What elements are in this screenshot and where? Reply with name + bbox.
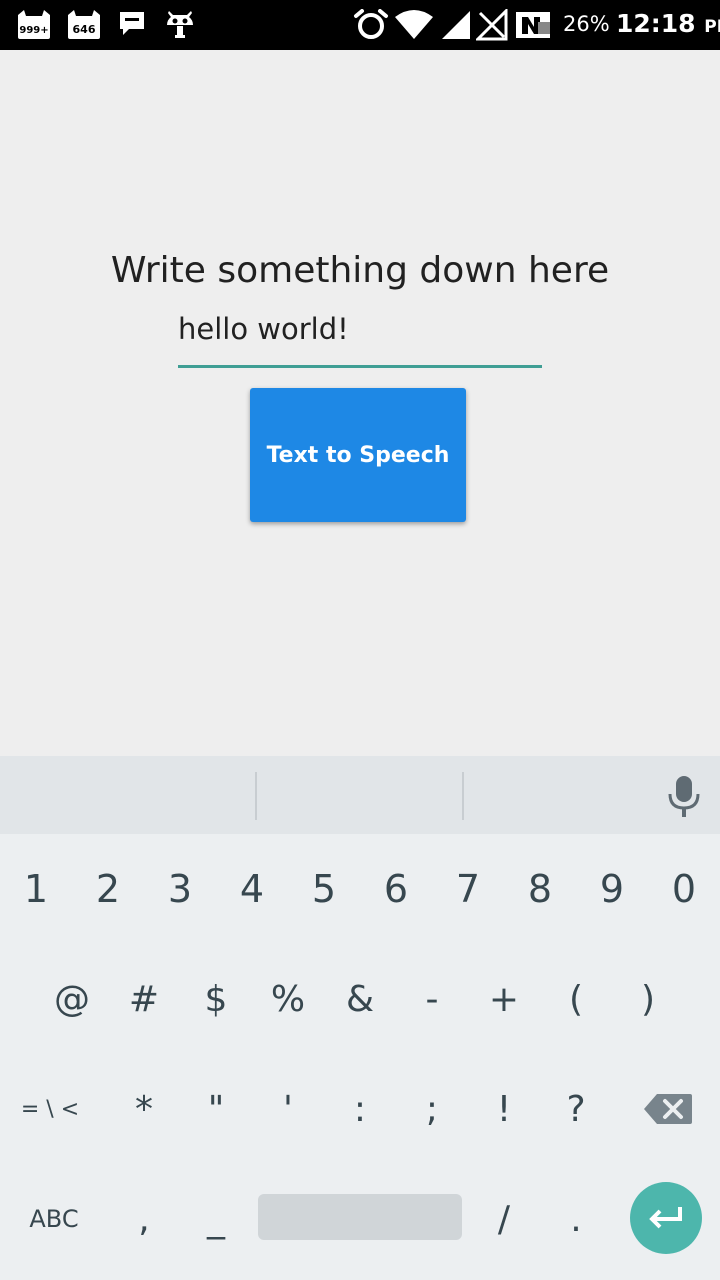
key-0[interactable]: 0	[648, 834, 720, 944]
key-8[interactable]: 8	[504, 834, 576, 944]
enter-icon	[649, 1207, 682, 1229]
key-at[interactable]: @	[36, 944, 108, 1054]
backspace-key[interactable]	[632, 1054, 704, 1164]
key-dollar[interactable]: $	[180, 944, 252, 1054]
key-period[interactable]: .	[540, 1164, 612, 1274]
badge-count: 999+	[19, 25, 48, 36]
text-input[interactable]: hello world!	[178, 308, 542, 368]
key-7[interactable]: 7	[432, 834, 504, 944]
text-to-speech-button[interactable]: Text to Speech	[250, 388, 466, 522]
key-close-paren[interactable]: )	[612, 944, 684, 1054]
text-input-underline	[178, 365, 542, 368]
battery-percent: 26%	[563, 12, 610, 36]
key-percent[interactable]: %	[252, 944, 324, 1054]
key-semicolon[interactable]: ;	[396, 1054, 468, 1164]
alarm-icon	[353, 9, 389, 41]
microphone-icon[interactable]	[664, 774, 704, 818]
key-question[interactable]: ?	[540, 1054, 612, 1164]
space-key[interactable]	[258, 1194, 462, 1240]
key-plus[interactable]: +	[468, 944, 540, 1054]
key-open-paren[interactable]: (	[540, 944, 612, 1054]
suggestion-bar	[0, 756, 720, 834]
android-robot-icon	[164, 9, 196, 41]
key-1[interactable]: 1	[0, 834, 72, 944]
key-double-quote[interactable]: "	[180, 1054, 252, 1164]
key-hash[interactable]: #	[108, 944, 180, 1054]
key-exclamation[interactable]: !	[468, 1054, 540, 1164]
key-5[interactable]: 5	[288, 834, 360, 944]
enter-key[interactable]	[630, 1182, 702, 1254]
key-6[interactable]: 6	[360, 834, 432, 944]
suggestion-divider	[462, 772, 464, 820]
key-underscore[interactable]: _	[180, 1164, 252, 1274]
key-minus[interactable]: -	[396, 944, 468, 1054]
key-asterisk[interactable]: *	[108, 1054, 180, 1164]
prompt-label: Write something down here	[110, 250, 610, 291]
text-input-value[interactable]: hello world!	[178, 312, 349, 346]
key-slash[interactable]: /	[468, 1164, 540, 1274]
cell-signal-icon	[440, 9, 472, 41]
cat-badge-icon: 646	[64, 9, 104, 41]
app-content: Write something down here hello world! T…	[0, 50, 720, 756]
more-symbols-key[interactable]: = \ <	[14, 1054, 86, 1164]
chat-bubble-icon	[117, 9, 147, 41]
abc-key[interactable]: ABC	[18, 1164, 90, 1274]
wifi-icon	[394, 9, 434, 41]
key-2[interactable]: 2	[72, 834, 144, 944]
data-off-icon	[514, 9, 552, 41]
key-colon[interactable]: :	[324, 1054, 396, 1164]
clock-ampm: PM	[704, 17, 720, 37]
backspace-icon	[644, 1094, 692, 1124]
key-9[interactable]: 9	[576, 834, 648, 944]
clock: 12:18 PM	[616, 9, 720, 38]
key-single-quote[interactable]: '	[252, 1054, 324, 1164]
badge-count: 646	[73, 23, 96, 36]
key-ampersand[interactable]: &	[324, 944, 396, 1054]
no-signal-icon	[476, 9, 508, 41]
status-bar: 999+ 646 26% 12:18 P	[0, 0, 720, 50]
clock-time: 12:18	[616, 9, 696, 38]
suggestion-divider	[255, 772, 257, 820]
key-3[interactable]: 3	[144, 834, 216, 944]
key-comma[interactable]: ,	[108, 1164, 180, 1274]
key-4[interactable]: 4	[216, 834, 288, 944]
symbol-keyboard: 1 2 3 4 5 6 7 8 9 0 @ # $ % & - + ( ) = …	[0, 834, 720, 1280]
cat-badge-icon: 999+	[14, 9, 54, 41]
